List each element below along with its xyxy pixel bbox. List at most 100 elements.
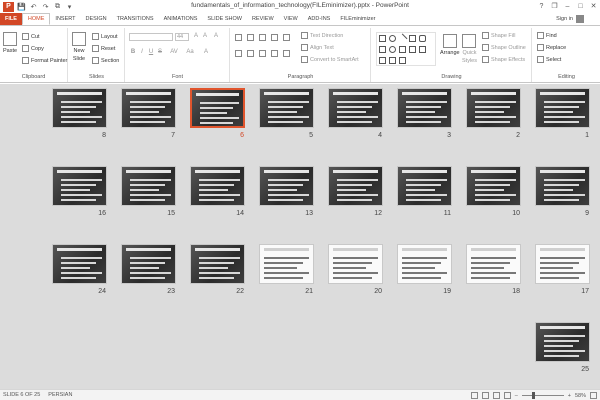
brace-shape-icon[interactable]: [379, 57, 386, 64]
increase-indent-icon[interactable]: [271, 34, 278, 41]
line-spacing-icon[interactable]: [283, 34, 290, 41]
italic-button[interactable]: I: [138, 49, 146, 55]
shape-fill-button[interactable]: Shape Fill: [482, 32, 515, 39]
slide-thumbnail[interactable]: [328, 166, 383, 206]
paste-button[interactable]: Paste: [3, 32, 17, 54]
slide-thumbnail[interactable]: [190, 244, 245, 284]
slide-thumbnail[interactable]: [466, 88, 521, 128]
star-shape-icon[interactable]: [409, 46, 416, 53]
slide-thumbnail[interactable]: [466, 166, 521, 206]
tab-add-ins[interactable]: ADD-INS: [303, 13, 336, 25]
zoom-in-button[interactable]: +: [568, 393, 571, 399]
slide-thumbnail[interactable]: [328, 244, 383, 284]
language-indicator[interactable]: PERSIAN: [48, 392, 72, 398]
textbox-shape-icon[interactable]: [409, 35, 416, 42]
align-text-button[interactable]: Align Text: [301, 44, 334, 51]
align-center-icon[interactable]: [247, 50, 254, 57]
bold-button[interactable]: B: [129, 49, 137, 55]
arrange-button[interactable]: Arrange: [440, 34, 460, 56]
font-size-field[interactable]: 44: [175, 33, 189, 41]
align-right-icon[interactable]: [259, 50, 266, 57]
slide-thumbnail[interactable]: [52, 244, 107, 284]
rounded-rect-shape-icon[interactable]: [419, 35, 426, 42]
slide-thumbnail[interactable]: [190, 166, 245, 206]
tab-fileminimizer[interactable]: FILEminimizer: [335, 13, 380, 25]
slide-thumbnail[interactable]: [535, 88, 590, 128]
slide-thumbnail[interactable]: [397, 244, 452, 284]
slide-thumbnail[interactable]: [535, 166, 590, 206]
slide-sorter-view-icon[interactable]: [481, 392, 489, 399]
replace-button[interactable]: Replace: [537, 44, 566, 51]
tab-transitions[interactable]: TRANSITIONS: [112, 13, 159, 25]
bracket-shape-icon[interactable]: [389, 57, 396, 64]
help-icon[interactable]: ?: [535, 0, 548, 12]
strikethrough-button[interactable]: S: [156, 49, 164, 55]
new-slide-button[interactable]: New Slide: [72, 32, 86, 62]
sign-in[interactable]: Sign in: [556, 15, 584, 23]
bullets-icon[interactable]: [235, 34, 242, 41]
slide-thumbnail[interactable]: [52, 166, 107, 206]
close-button[interactable]: ✕: [587, 0, 600, 12]
oval-shape-icon[interactable]: [389, 35, 396, 42]
justify-icon[interactable]: [271, 50, 278, 57]
slide-thumbnail[interactable]: [259, 244, 314, 284]
sign-in-label[interactable]: Sign in: [556, 16, 573, 22]
slide-thumbnail[interactable]: [259, 88, 314, 128]
slide-thumbnail[interactable]: [121, 244, 176, 284]
zoom-level[interactable]: 58%: [575, 393, 586, 399]
arrow-shape-icon[interactable]: [379, 46, 386, 53]
tab-design[interactable]: DESIGN: [81, 13, 112, 25]
slide-thumbnail[interactable]: [121, 88, 176, 128]
circle-shape-icon[interactable]: [389, 46, 396, 53]
text-direction-button[interactable]: Text Direction: [301, 32, 343, 39]
tab-animations[interactable]: ANIMATIONS: [159, 13, 203, 25]
tab-file[interactable]: FILE: [0, 13, 22, 25]
shapes-gallery[interactable]: [376, 32, 436, 66]
line-shape-icon[interactable]: [397, 33, 408, 44]
fit-to-window-icon[interactable]: [590, 392, 597, 399]
slide-thumbnail[interactable]: [535, 322, 590, 362]
cut-button[interactable]: Cut: [22, 33, 40, 40]
tab-home[interactable]: HOME: [21, 13, 51, 25]
tab-view[interactable]: VIEW: [279, 13, 303, 25]
shape-outline-button[interactable]: Shape Outline: [482, 44, 526, 51]
columns-icon[interactable]: [283, 50, 290, 57]
find-button[interactable]: Find: [537, 32, 557, 39]
numbering-icon[interactable]: [247, 34, 254, 41]
section-button[interactable]: Section: [92, 57, 119, 64]
shape-effects-button[interactable]: Shape Effects: [482, 56, 525, 63]
slide-thumbnail[interactable]: [190, 88, 245, 128]
slide-thumbnail[interactable]: [397, 166, 452, 206]
slide-thumbnail[interactable]: [121, 166, 176, 206]
format-painter-button[interactable]: Format Painter: [22, 57, 67, 64]
undo-icon[interactable]: ↶: [29, 2, 38, 11]
reading-view-icon[interactable]: [492, 392, 500, 399]
triangle-shape-icon[interactable]: [399, 46, 406, 53]
align-left-icon[interactable]: [235, 50, 242, 57]
font-color-button[interactable]: A: [202, 49, 210, 55]
slide-thumbnail[interactable]: [259, 166, 314, 206]
slide-thumbnail[interactable]: [328, 88, 383, 128]
minimize-button[interactable]: –: [561, 0, 574, 12]
clear-formatting-button[interactable]: A: [212, 33, 220, 39]
slideshow-view-icon[interactable]: [503, 392, 511, 399]
smiley-shape-icon[interactable]: [399, 57, 406, 64]
zoom-slider-thumb[interactable]: [531, 392, 535, 399]
save-icon[interactable]: 💾: [17, 2, 26, 11]
redo-icon[interactable]: ↷: [41, 2, 50, 11]
tab-review[interactable]: REVIEW: [247, 13, 279, 25]
grow-font-button[interactable]: A: [192, 33, 200, 39]
copy-button[interactable]: Copy: [22, 45, 44, 52]
slide-thumbnail[interactable]: [466, 244, 521, 284]
zoom-slider[interactable]: [521, 392, 564, 399]
maximize-button[interactable]: □: [574, 0, 587, 12]
change-case-button[interactable]: Aa: [184, 49, 196, 55]
slide-thumbnail[interactable]: [397, 88, 452, 128]
select-button[interactable]: Select: [537, 56, 561, 63]
reset-button[interactable]: Reset: [92, 45, 115, 52]
tab-insert[interactable]: INSERT: [50, 13, 80, 25]
start-slideshow-icon[interactable]: ⧉: [53, 2, 62, 11]
rectangle-shape-icon[interactable]: [379, 35, 386, 42]
callout-shape-icon[interactable]: [419, 46, 426, 53]
slide-thumbnail[interactable]: [52, 88, 107, 128]
